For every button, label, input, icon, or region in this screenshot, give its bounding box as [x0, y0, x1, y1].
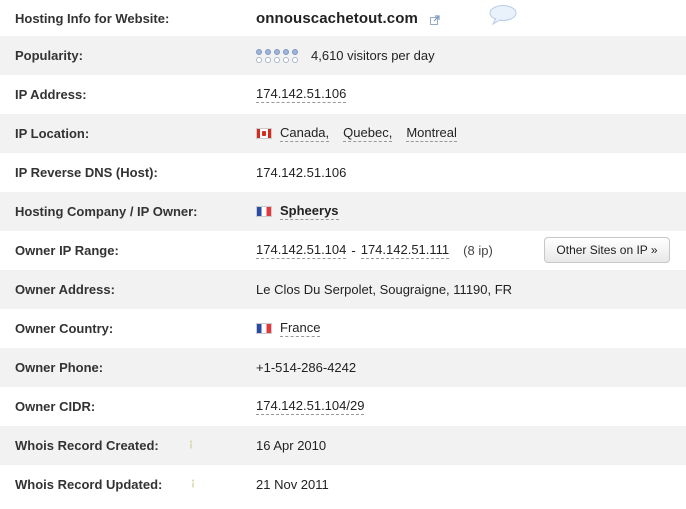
row-hosting-info: Hosting Info for Website: onnouscachetou…	[0, 0, 686, 36]
france-flag-icon	[256, 323, 272, 334]
ip-range-dash: -	[351, 243, 356, 258]
hosting-company-value: Spheerys	[256, 203, 339, 220]
location-city-link[interactable]: Montreal	[406, 125, 457, 142]
popularity-text: 4,610 visitors per day	[311, 48, 435, 63]
site-name[interactable]: onnouscachetout.com	[256, 10, 418, 27]
owner-country-label: Owner Country:	[15, 321, 114, 336]
ip-range-start-link[interactable]: 174.142.51.104	[256, 242, 347, 259]
hosting-info-table: Hosting Info for Website: onnouscachetou…	[0, 0, 686, 504]
popularity-dot	[274, 56, 280, 63]
owner-country-link[interactable]: France	[280, 320, 321, 337]
whois-created-label: Whois Record Created:	[15, 438, 159, 453]
info-icon[interactable]	[189, 479, 197, 488]
ip-address-value: 174.142.51.106	[256, 86, 347, 103]
owner-cidr-link[interactable]: 174.142.51.104/29	[256, 398, 365, 415]
popularity-dot	[283, 56, 289, 63]
row-hosting-company: Hosting Company / IP Owner: Spheerys	[0, 192, 686, 231]
popularity-value: 4,610 visitors per day	[256, 48, 435, 63]
whois-updated-value: 21 Nov 2011	[256, 477, 329, 492]
owner-cidr-label: Owner CIDR:	[15, 399, 96, 414]
popularity-dot	[265, 56, 271, 63]
whois-updated-label: Whois Record Updated:	[15, 477, 163, 492]
reverse-dns-value: 174.142.51.106	[256, 165, 347, 180]
canada-flag-icon	[256, 128, 272, 139]
owner-phone-value: +1-514-286-4242	[256, 360, 357, 375]
owner-address-value: Le Clos Du Serpolet, Sougraigne, 11190, …	[256, 282, 513, 297]
owner-ip-range-value: 174.142.51.104 - 174.142.51.111 (8 ip)	[256, 242, 493, 259]
popularity-dot	[283, 48, 289, 55]
speech-bubble-icon[interactable]	[488, 4, 518, 26]
ip-location-label: IP Location:	[15, 126, 90, 141]
row-owner-phone: Owner Phone: +1-514-286-4242	[0, 348, 686, 387]
row-popularity: Popularity: 4,610 visitors per day	[0, 36, 686, 75]
reverse-dns-label: IP Reverse DNS (Host):	[15, 165, 158, 180]
ip-address-label: IP Address:	[15, 87, 87, 102]
row-reverse-dns: IP Reverse DNS (Host): 174.142.51.106	[0, 153, 686, 192]
popularity-label: Popularity:	[15, 48, 83, 63]
owner-country-value: France	[256, 320, 321, 337]
row-owner-ip-range: Owner IP Range: 174.142.51.104 - 174.142…	[0, 231, 686, 270]
owner-address-label: Owner Address:	[15, 282, 115, 297]
ip-range-end-link[interactable]: 174.142.51.111	[360, 242, 450, 259]
popularity-dot	[256, 56, 262, 63]
owner-ip-range-label: Owner IP Range:	[15, 243, 119, 258]
row-whois-created: Whois Record Created: 16 Apr 2010	[0, 426, 686, 465]
row-owner-country: Owner Country: France	[0, 309, 686, 348]
hosting-company-label: Hosting Company / IP Owner:	[15, 204, 198, 219]
ip-range-count: (8 ip)	[463, 243, 493, 258]
ip-location-value: Canada, Quebec, Montreal	[256, 125, 457, 142]
popularity-dot	[292, 56, 298, 63]
external-link-icon[interactable]	[429, 13, 440, 25]
row-ip-location: IP Location: Canada, Quebec, Montreal	[0, 114, 686, 153]
location-region-link[interactable]: Quebec,	[343, 125, 393, 142]
row-owner-cidr: Owner CIDR: 174.142.51.104/29	[0, 387, 686, 426]
owner-phone-label: Owner Phone:	[15, 360, 104, 375]
popularity-dots	[256, 48, 299, 63]
hosting-info-value: onnouscachetout.com	[256, 10, 440, 27]
owner-cidr-value: 174.142.51.104/29	[256, 398, 365, 415]
popularity-dot	[292, 48, 298, 55]
hosting-info-label: Hosting Info for Website:	[15, 10, 170, 26]
other-sites-on-ip-button[interactable]: Other Sites on IP »	[544, 237, 670, 263]
ip-address-link[interactable]: 174.142.51.106	[256, 86, 347, 103]
row-owner-address: Owner Address: Le Clos Du Serpolet, Soug…	[0, 270, 686, 309]
row-whois-updated: Whois Record Updated: 21 Nov 2011	[0, 465, 686, 504]
france-flag-icon	[256, 206, 272, 217]
location-country-link[interactable]: Canada,	[280, 125, 330, 142]
info-icon[interactable]	[187, 440, 195, 449]
popularity-dot	[256, 48, 262, 55]
hosting-company-link[interactable]: Spheerys	[280, 203, 339, 220]
popularity-dot	[274, 48, 280, 55]
row-ip-address: IP Address: 174.142.51.106	[0, 75, 686, 114]
whois-created-value: 16 Apr 2010	[256, 438, 327, 453]
popularity-dot	[265, 48, 271, 55]
